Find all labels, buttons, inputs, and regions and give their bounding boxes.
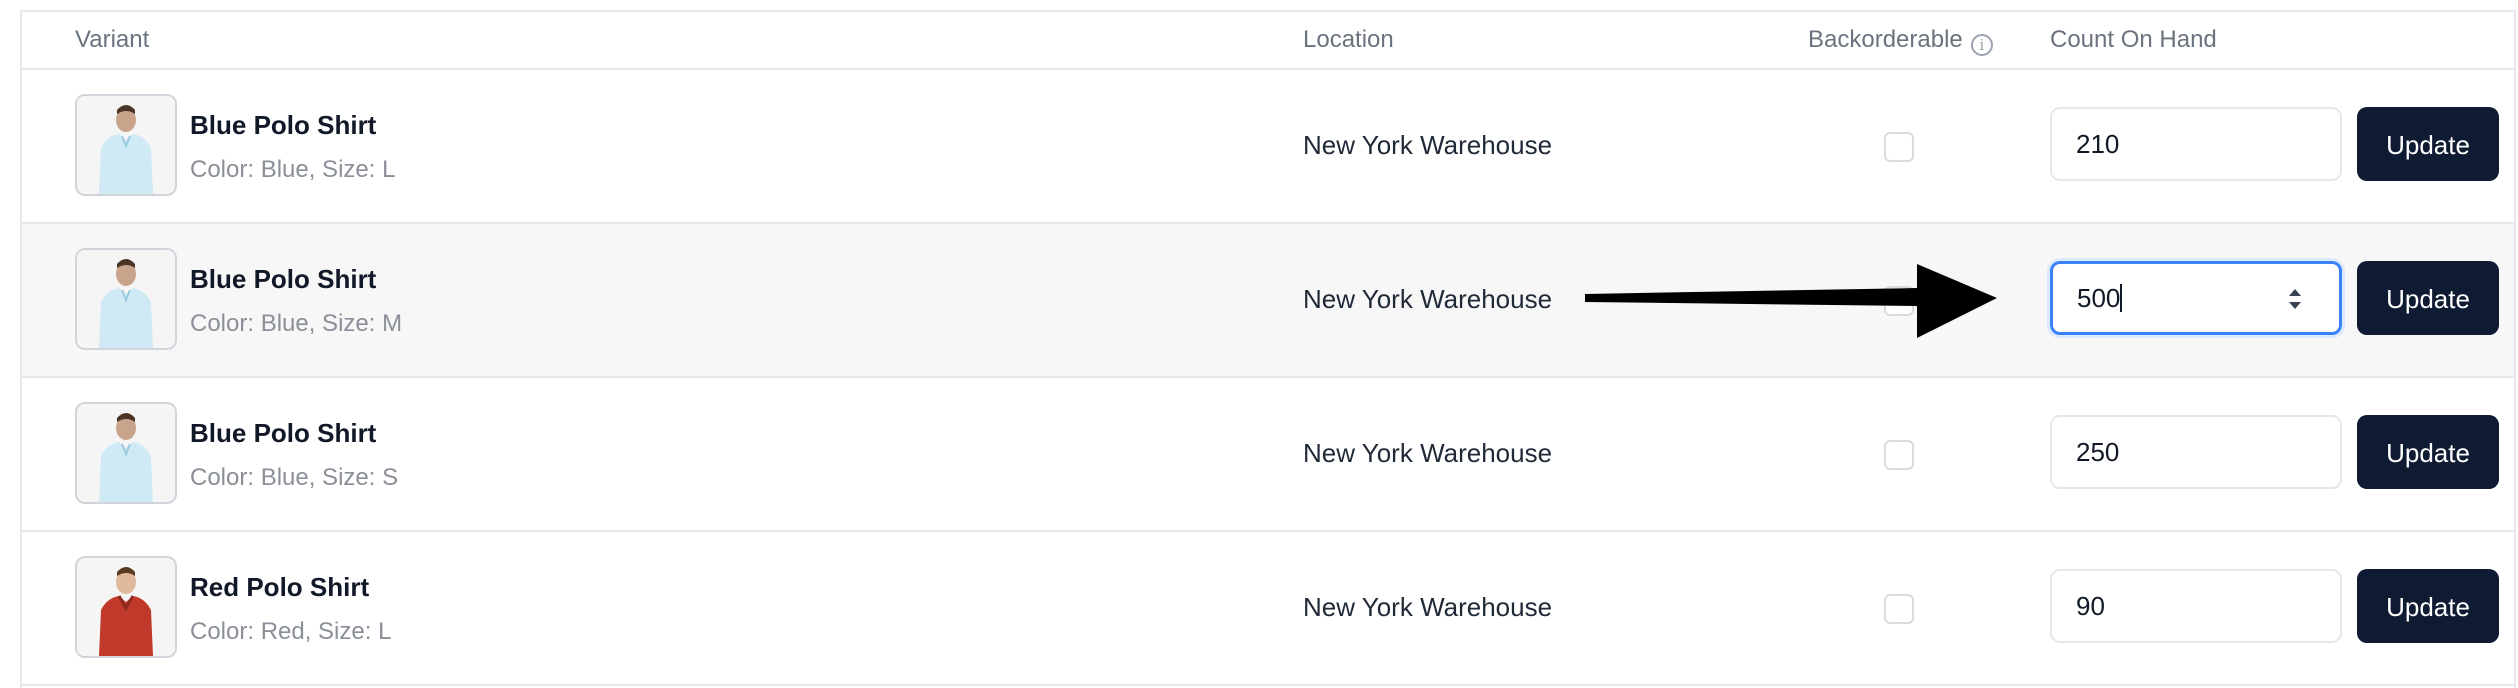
table-row: Blue Polo Shirt Color: Blue, Size: L New… xyxy=(22,70,2514,224)
table-row: Red Polo Shirt Color: Red, Size: L New Y… xyxy=(22,532,2514,686)
inventory-table: Variant Location Backorderable i Count On… xyxy=(20,10,2516,688)
header-location: Location xyxy=(1303,26,1394,53)
arrow-right-icon xyxy=(1585,264,1997,338)
header-variant: Variant xyxy=(75,26,150,53)
location-text: New York Warehouse xyxy=(1303,592,1553,622)
text-caret xyxy=(2120,284,2123,312)
header-count-on-hand: Count On Hand xyxy=(2050,26,2217,53)
count-value: 500 xyxy=(2077,283,2121,313)
count-on-hand-input[interactable]: 90 xyxy=(2050,569,2342,643)
count-on-hand-input[interactable]: 250 xyxy=(2050,415,2342,489)
header-backorderable: Backorderable i xyxy=(1808,26,1993,56)
table-row: Blue Polo Shirt Color: Blue, Size: M New… xyxy=(22,224,2514,378)
location-text: New York Warehouse xyxy=(1303,130,1553,160)
location-text: New York Warehouse xyxy=(1303,438,1553,468)
product-thumbnail xyxy=(75,94,177,196)
shirt-image-icon xyxy=(77,558,175,656)
backorderable-checkbox[interactable] xyxy=(1884,132,1914,162)
product-options: Color: Blue, Size: M xyxy=(190,310,403,337)
count-on-hand-input[interactable]: 500 xyxy=(2050,261,2342,335)
info-icon[interactable]: i xyxy=(1970,34,1993,56)
product-name: Blue Polo Shirt xyxy=(190,264,377,294)
backorderable-checkbox[interactable] xyxy=(1884,440,1914,470)
update-button[interactable]: Update xyxy=(2357,569,2499,643)
update-button[interactable]: Update xyxy=(2357,107,2499,181)
count-on-hand-input[interactable]: 210 xyxy=(2050,107,2342,181)
product-thumbnail xyxy=(75,248,177,350)
location-text: New York Warehouse xyxy=(1303,284,1553,314)
number-spinner-icon[interactable] xyxy=(2287,286,2303,312)
table-row: Blue Polo Shirt Color: Blue, Size: S New… xyxy=(22,378,2514,532)
product-name: Blue Polo Shirt xyxy=(190,418,377,448)
product-options: Color: Blue, Size: L xyxy=(190,156,396,183)
update-button[interactable]: Update xyxy=(2357,261,2499,335)
product-name: Blue Polo Shirt xyxy=(190,110,377,140)
header-backorderable-label: Backorderable xyxy=(1808,26,1963,53)
shirt-image-icon xyxy=(77,404,175,502)
product-name: Red Polo Shirt xyxy=(190,572,370,602)
backorderable-checkbox[interactable] xyxy=(1884,594,1914,624)
product-thumbnail xyxy=(75,402,177,504)
product-thumbnail xyxy=(75,556,177,658)
shirt-image-icon xyxy=(77,96,175,194)
update-button[interactable]: Update xyxy=(2357,415,2499,489)
product-options: Color: Blue, Size: S xyxy=(190,464,399,491)
table-header: Variant Location Backorderable i Count On… xyxy=(22,12,2514,70)
shirt-image-icon xyxy=(77,250,175,348)
product-options: Color: Red, Size: L xyxy=(190,618,392,645)
